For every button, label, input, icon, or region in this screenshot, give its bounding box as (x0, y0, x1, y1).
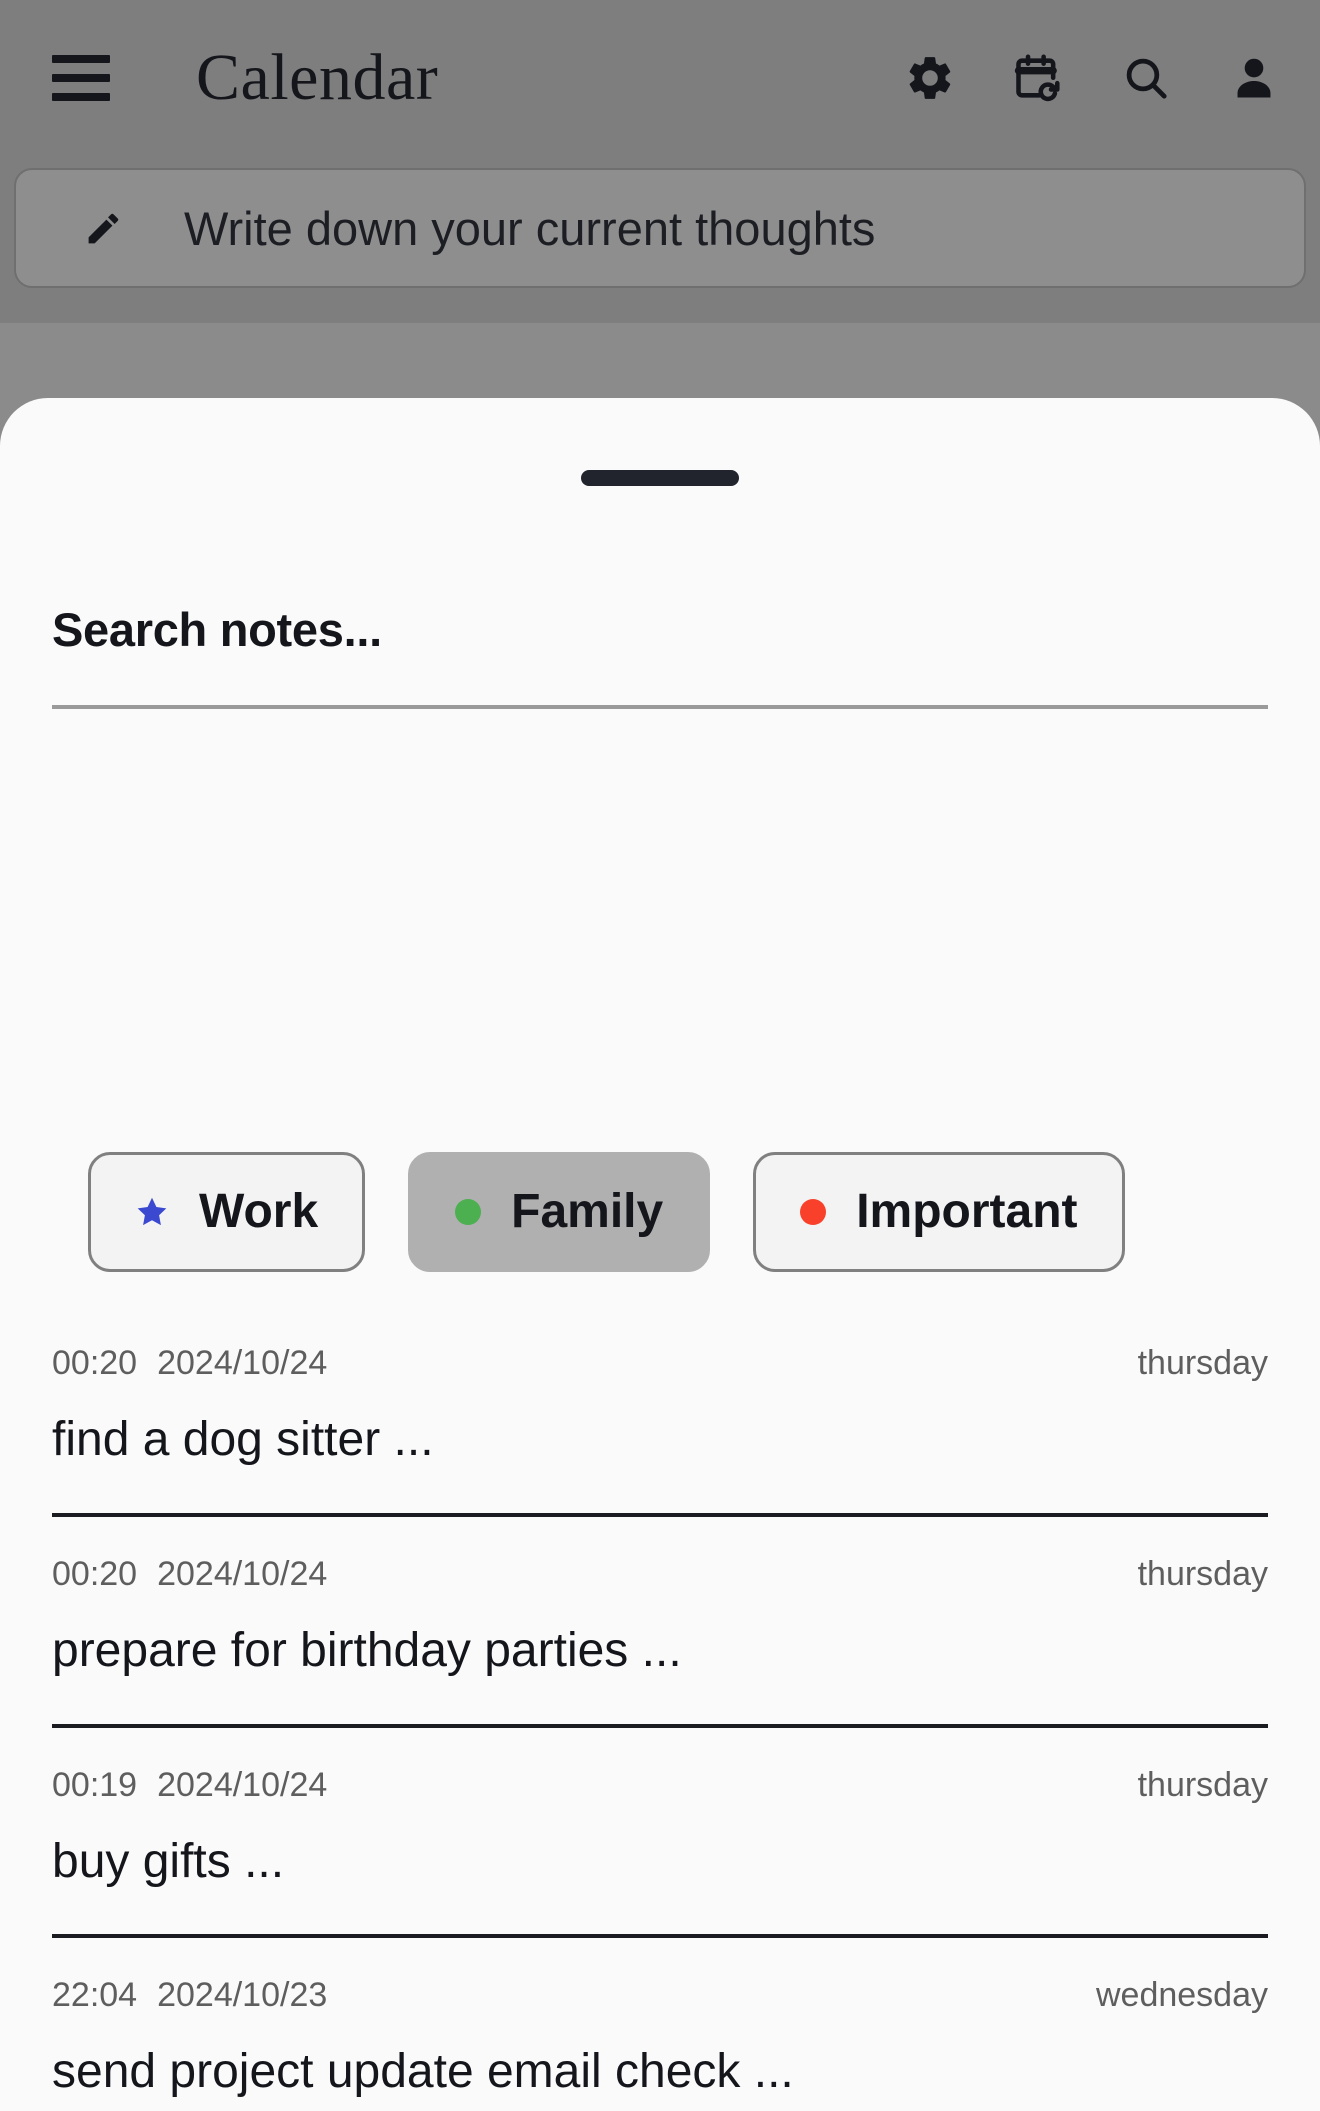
chip-work[interactable]: Work (88, 1152, 366, 1272)
chip-label: Family (511, 1185, 664, 1238)
note-time: 00:19 (52, 1765, 138, 1804)
note-title: buy gifts ... (52, 1834, 285, 1888)
note-date: 2024/10/24 (157, 1554, 328, 1593)
note-date: 2024/10/24 (157, 1765, 328, 1804)
app-bar: Calendar (0, 0, 1320, 156)
note-weekday: thursday (1137, 1765, 1268, 1804)
note-time: 22:04 (52, 1976, 138, 2015)
person-icon[interactable] (1226, 50, 1282, 106)
search-notes-field[interactable]: Search notes... (52, 606, 1268, 709)
note-date: 2024/10/24 (157, 1344, 328, 1382)
notes-bottom-sheet: Search notes... Work Family Important 00… (0, 398, 1320, 2111)
note-date: 2024/10/23 (157, 1976, 328, 2015)
note-title: prepare for birthday parties ... (52, 1623, 682, 1677)
calendar-history-icon[interactable] (1010, 50, 1066, 106)
note-meta: 22:04 2024/10/23 wednesday (52, 1978, 1268, 2012)
dot-icon (800, 1199, 827, 1225)
chip-label: Important (856, 1185, 1078, 1238)
search-icon[interactable] (1118, 50, 1174, 106)
list-item[interactable]: 00:19 2024/10/24 thursday buy gifts ... (0, 1728, 1320, 1939)
note-weekday: thursday (1137, 1554, 1268, 1593)
hamburger-bar (52, 55, 110, 63)
note-meta: 00:20 2024/10/24 thursday (52, 1557, 1268, 1591)
hamburger-menu-icon[interactable] (52, 55, 110, 101)
search-underline (52, 705, 1268, 709)
gear-icon[interactable] (902, 50, 958, 106)
write-thoughts-input[interactable]: Write down your current thoughts (14, 168, 1306, 288)
write-thoughts-placeholder: Write down your current thoughts (184, 201, 876, 255)
list-item[interactable]: 00:20 2024/10/24 thursday prepare for bi… (0, 1517, 1320, 1728)
note-datetime: 00:20 2024/10/24 (52, 1557, 327, 1591)
note-title: find a dog sitter ... (52, 1413, 434, 1466)
pencil-icon (82, 206, 126, 250)
note-datetime: 22:04 2024/10/23 (52, 1978, 327, 2012)
note-time: 00:20 (52, 1344, 138, 1382)
note-title: send project update email check ... (52, 2045, 794, 2099)
star-icon (137, 1197, 167, 1226)
hamburger-bar (52, 74, 110, 82)
note-meta: 00:19 2024/10/24 thursday (52, 1768, 1268, 1802)
search-input[interactable]: Search notes... (52, 606, 1268, 653)
chip-family[interactable]: Family (408, 1152, 711, 1272)
category-filter-chips: Work Family Important (88, 1152, 1125, 1272)
notes-list: 00:20 2024/10/24 thursday find a dog sit… (0, 1306, 1320, 2111)
note-weekday: thursday (1137, 1344, 1268, 1382)
list-item[interactable]: 00:20 2024/10/24 thursday find a dog sit… (0, 1306, 1320, 1517)
note-weekday: wednesday (1095, 1976, 1268, 2015)
chip-label: Work (199, 1185, 319, 1238)
note-datetime: 00:19 2024/10/24 (52, 1768, 327, 1802)
hamburger-bar (52, 93, 110, 101)
note-time: 00:20 (52, 1554, 138, 1593)
sheet-drag-handle[interactable] (581, 470, 739, 486)
dot-icon (455, 1199, 482, 1225)
list-item[interactable]: 22:04 2024/10/23 wednesday send project … (0, 1938, 1320, 2111)
note-datetime: 00:20 2024/10/24 (52, 1346, 327, 1380)
page-title: Calendar (196, 41, 439, 114)
note-meta: 00:20 2024/10/24 thursday (52, 1346, 1268, 1380)
app-bar-actions (902, 50, 1282, 106)
chip-important[interactable]: Important (753, 1152, 1125, 1272)
app-screen: Calendar Write down your current thought… (0, 0, 1320, 2111)
